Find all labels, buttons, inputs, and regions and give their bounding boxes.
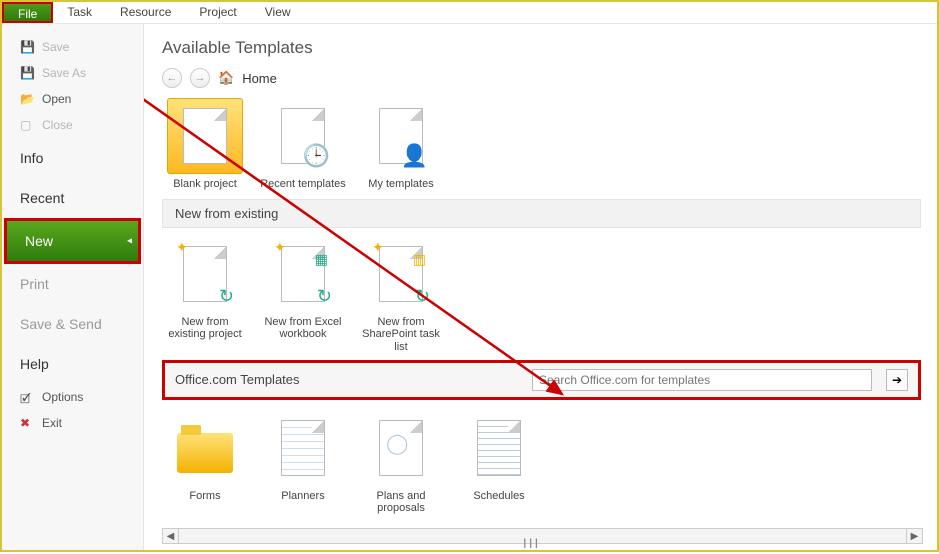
side-new[interactable]: New <box>4 218 141 264</box>
templates-row-1: Blank project 🕒 Recent templates 👤 My te… <box>162 98 921 191</box>
save-as-icon: 💾 <box>20 66 34 80</box>
schedule-icon <box>477 420 521 476</box>
menu-file[interactable]: File <box>2 2 53 23</box>
tile-forms[interactable]: Forms <box>162 410 248 515</box>
home-icon[interactable]: 🏠 <box>218 70 234 86</box>
project-refresh-icon: ✦↻ <box>183 246 227 302</box>
menu-bar: File Task Resource Project View <box>2 2 937 24</box>
nav-forward-button[interactable]: → <box>190 68 210 88</box>
scroll-left-button[interactable]: ◀ <box>163 529 179 543</box>
office-templates-bar: Office.com Templates ➔ <box>162 360 921 400</box>
main-panel: Available Templates ← → 🏠 Home Blank pro… <box>144 24 937 550</box>
menu-project[interactable]: Project <box>185 2 250 23</box>
side-exit[interactable]: ✖Exit <box>2 410 143 436</box>
folder-icon <box>177 433 233 473</box>
side-info[interactable]: Info <box>2 138 143 178</box>
tile-schedules[interactable]: Schedules <box>456 410 542 515</box>
scroll-right-button[interactable]: ▶ <box>906 529 922 543</box>
breadcrumb: ← → 🏠 Home <box>162 68 921 88</box>
backstage-sidebar: 💾Save 💾Save As 📂Open ▢Close Info Recent … <box>2 24 144 550</box>
scroll-grip[interactable]: ┃┃┃ <box>506 537 556 549</box>
document-icon <box>183 108 227 164</box>
tile-planners[interactable]: Planners <box>260 410 346 515</box>
excel-refresh-icon: ✦▦↻ <box>281 246 325 302</box>
side-help[interactable]: Help <box>2 344 143 384</box>
search-input[interactable] <box>532 369 872 391</box>
tile-blank-project[interactable]: Blank project <box>162 98 248 191</box>
menu-resource[interactable]: Resource <box>106 2 185 23</box>
side-options[interactable]: 🗹Options <box>2 384 143 410</box>
tile-new-from-sharepoint[interactable]: ✦▥↻ New from SharePoint task list <box>358 236 444 354</box>
side-print[interactable]: Print <box>2 264 143 304</box>
sharepoint-refresh-icon: ✦▥↻ <box>379 246 423 302</box>
office-label: Office.com Templates <box>175 372 300 387</box>
tile-plans-proposals[interactable]: ◯ Plans and proposals <box>358 410 444 515</box>
templates-row-3: Forms Planners ◯ Plans and proposals Sch… <box>162 410 921 515</box>
side-save[interactable]: 💾Save <box>2 34 143 60</box>
close-file-icon: ▢ <box>20 118 34 132</box>
proposal-icon: ◯ <box>379 420 423 476</box>
side-save-as[interactable]: 💾Save As <box>2 60 143 86</box>
save-icon: 💾 <box>20 40 34 54</box>
horizontal-scrollbar[interactable]: ◀ ┃┃┃ ▶ <box>162 528 923 544</box>
nav-back-button[interactable]: ← <box>162 68 182 88</box>
section-new-from-existing: New from existing <box>162 199 921 228</box>
crumb-home[interactable]: Home <box>242 71 277 86</box>
side-close[interactable]: ▢Close <box>2 112 143 138</box>
menu-task[interactable]: Task <box>53 2 106 23</box>
tile-my-templates[interactable]: 👤 My templates <box>358 98 444 191</box>
page-title: Available Templates <box>162 38 921 58</box>
tile-new-from-existing[interactable]: ✦↻ New from existing project <box>162 236 248 354</box>
side-save-send[interactable]: Save & Send <box>2 304 143 344</box>
exit-icon: ✖ <box>20 416 34 430</box>
tile-new-from-excel[interactable]: ✦▦↻ New from Excel workbook <box>260 236 346 354</box>
templates-row-2: ✦↻ New from existing project ✦▦↻ New fro… <box>162 236 921 354</box>
document-clock-icon: 🕒 <box>281 108 325 164</box>
options-icon: 🗹 <box>20 390 34 404</box>
document-person-icon: 👤 <box>379 108 423 164</box>
search-go-button[interactable]: ➔ <box>886 369 908 391</box>
folder-open-icon: 📂 <box>20 92 34 106</box>
side-open[interactable]: 📂Open <box>2 86 143 112</box>
side-recent[interactable]: Recent <box>2 178 143 218</box>
planner-icon <box>281 420 325 476</box>
menu-view[interactable]: View <box>251 2 305 23</box>
tile-recent-templates[interactable]: 🕒 Recent templates <box>260 98 346 191</box>
